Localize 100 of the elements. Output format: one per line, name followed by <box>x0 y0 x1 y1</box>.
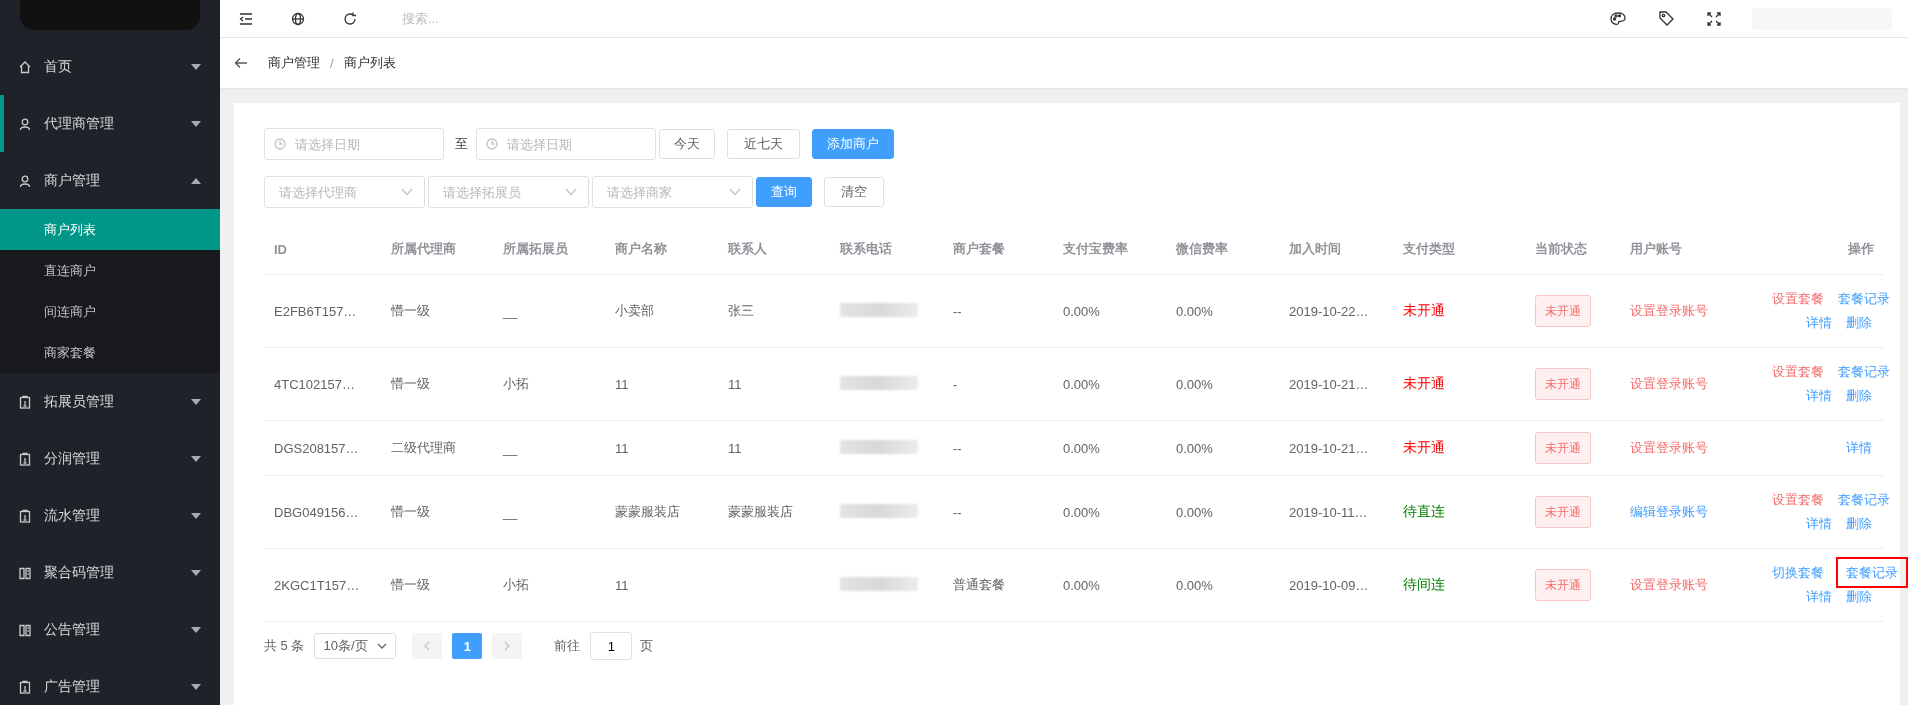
table-cell: 懵一级 <box>391 577 430 592</box>
column-header: 微信费率 <box>1166 224 1279 275</box>
account-link[interactable]: 编辑登录账号 <box>1630 504 1708 519</box>
table-cell: -- <box>953 303 962 319</box>
action-link[interactable]: 删除 <box>1844 587 1874 606</box>
select-field[interactable]: 请选择代理商 <box>264 176 425 208</box>
account-link[interactable]: 设置登录账号 <box>1630 303 1708 318</box>
action-link[interactable]: 套餐记录 <box>1836 362 1892 381</box>
table-cell: 0.00% <box>1063 504 1100 520</box>
page-suffix: 页 <box>640 637 654 655</box>
page-size-select[interactable]: 10条/页 <box>314 633 397 659</box>
chevron-left-icon <box>424 641 431 651</box>
last-seven-days-button[interactable]: 近七天 <box>727 129 800 159</box>
action-link[interactable]: 详情 <box>1804 514 1834 533</box>
home-icon <box>18 59 32 74</box>
action-link[interactable]: 设置套餐 <box>1770 362 1826 381</box>
action-link[interactable]: 删除 <box>1844 514 1874 533</box>
table-cell: 2019-10-11… <box>1289 504 1368 520</box>
table-cell: 11 <box>728 376 742 392</box>
submenu-item[interactable]: 商户列表 <box>0 209 220 250</box>
status-tag: 未开通 <box>1535 496 1591 528</box>
action-link[interactable]: 详情 <box>1804 587 1834 606</box>
query-button[interactable]: 查询 <box>756 177 812 207</box>
column-header: 联系电话 <box>830 224 943 275</box>
table-cell: 2019-10-09… <box>1289 577 1369 593</box>
table-cell: 二级代理商 <box>391 440 456 455</box>
sidebar-item[interactable]: 广告管理 <box>0 658 220 705</box>
palette-icon <box>1610 11 1626 26</box>
caret-down-icon <box>190 625 202 634</box>
submenu-item[interactable]: 间连商户 <box>0 291 220 332</box>
date-field[interactable]: 请选择日期 <box>476 128 656 160</box>
chevron-right-icon <box>504 641 511 651</box>
submenu-item[interactable]: 直连商户 <box>0 250 220 291</box>
submenu-item[interactable]: 商家套餐 <box>0 332 220 373</box>
table-cell: 懵一级 <box>391 376 430 391</box>
sidebar-item[interactable]: 代理商管理 <box>0 95 220 152</box>
pay-type-text: 待直连 <box>1403 503 1445 519</box>
date-field[interactable]: 请选择日期 <box>264 128 444 160</box>
table-cell: 0.00% <box>1176 577 1213 593</box>
action-link[interactable]: 套餐记录 <box>1836 490 1892 509</box>
table-cell: 0.00% <box>1176 376 1213 392</box>
today-button[interactable]: 今天 <box>659 129 715 159</box>
table-cell: -- <box>953 440 962 456</box>
clipboard-icon <box>18 679 32 694</box>
table-cell: 懵一级 <box>391 504 430 519</box>
action-link[interactable]: 套餐记录 <box>1836 289 1892 308</box>
select-field[interactable]: 请选择拓展员 <box>428 176 589 208</box>
action-link[interactable]: 切换套餐 <box>1770 563 1826 582</box>
table-cell: 懵一级 <box>391 303 430 318</box>
sidebar-item[interactable]: 流水管理 <box>0 487 220 544</box>
pay-type-text: 未开通 <box>1403 439 1445 455</box>
sidebar-item[interactable]: 首页 <box>0 38 220 95</box>
table-cell: DBG049156… <box>274 504 359 520</box>
table-cell: 11 <box>615 577 629 593</box>
clear-button[interactable]: 清空 <box>824 177 884 207</box>
table-cell: __ <box>503 504 518 520</box>
breadcrumb-item[interactable]: 商户列表 <box>343 54 396 72</box>
back-button[interactable] <box>234 57 248 69</box>
action-link[interactable]: 设置套餐 <box>1770 490 1826 509</box>
chevron-down-icon <box>729 188 741 196</box>
breadcrumb-item[interactable]: 商户管理 <box>268 54 320 72</box>
person-icon <box>18 173 32 188</box>
total-count: 共 5 条 <box>264 637 305 655</box>
select-field[interactable]: 请选择商家 <box>592 176 753 208</box>
action-link[interactable]: 详情 <box>1804 313 1834 332</box>
action-link[interactable]: 套餐记录 <box>1836 557 1908 588</box>
table-cell: 张三 <box>728 303 754 318</box>
goto-page-field[interactable]: 1 <box>590 632 633 660</box>
action-link[interactable]: 删除 <box>1844 386 1874 405</box>
status-tag: 未开通 <box>1535 569 1591 601</box>
table-cell: 2KGC1T157… <box>274 577 360 593</box>
status-tag: 未开通 <box>1535 295 1591 327</box>
account-link[interactable]: 设置登录账号 <box>1630 376 1708 391</box>
table-cell: 普通套餐 <box>953 577 1005 592</box>
table-cell: 2019-10-21… <box>1289 376 1369 392</box>
action-link[interactable]: 详情 <box>1804 386 1834 405</box>
column-header: 当前状态 <box>1525 224 1620 275</box>
action-link[interactable]: 详情 <box>1844 438 1874 457</box>
column-header: 商户名称 <box>605 224 718 275</box>
column-header: 所属拓展员 <box>493 224 605 275</box>
table-cell: E2FB6T157… <box>274 303 357 319</box>
action-link[interactable]: 设置套餐 <box>1770 289 1826 308</box>
pay-type-text: 待间连 <box>1403 576 1445 592</box>
search-field[interactable]: 搜索... <box>400 10 604 27</box>
sidebar-item[interactable]: 聚合码管理 <box>0 544 220 601</box>
sidebar-item[interactable]: 公告管理 <box>0 601 220 658</box>
table-cell: 0.00% <box>1176 504 1213 520</box>
account-link[interactable]: 设置登录账号 <box>1630 577 1708 592</box>
account-link[interactable]: 设置登录账号 <box>1630 440 1708 455</box>
sidebar-item[interactable]: 商户管理 <box>0 152 220 209</box>
add-merchant-button[interactable]: 添加商户 <box>812 129 894 159</box>
caret-down-icon <box>190 454 202 463</box>
sidebar-item[interactable]: 拓展员管理 <box>0 373 220 430</box>
sidebar-item[interactable]: 分润管理 <box>0 430 220 487</box>
column-header: 支付类型 <box>1393 224 1525 275</box>
person-icon <box>18 116 32 131</box>
table-cell: 0.00% <box>1063 577 1100 593</box>
clock-icon <box>274 138 286 150</box>
page-button[interactable]: 1 <box>452 633 483 659</box>
action-link[interactable]: 删除 <box>1844 313 1874 332</box>
